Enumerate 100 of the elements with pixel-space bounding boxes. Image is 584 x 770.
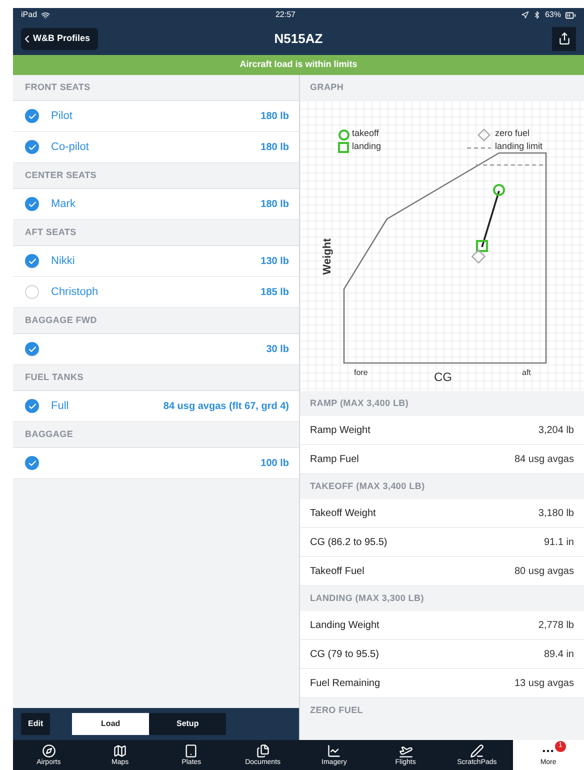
result-label: CG (79 to 95.5): [310, 648, 379, 662]
load-item-label: Christoph: [51, 284, 98, 300]
check-icon: [28, 402, 36, 410]
cg-path-line: [481, 190, 500, 248]
section-header: BAGGAGE FWD: [25, 314, 97, 327]
checkbox[interactable]: [25, 456, 39, 470]
result-label: Landing Weight: [310, 618, 380, 632]
check-icon: [28, 200, 36, 208]
load-item-label: Full: [51, 398, 69, 414]
legend-label: landing limit: [495, 142, 543, 151]
takeoff-marker: [493, 184, 505, 196]
result-value: 80 usg avgas: [514, 564, 574, 578]
load-item-value: 180 lb: [260, 198, 289, 212]
segment-tab[interactable]: Setup: [149, 713, 226, 735]
checkbox[interactable]: [25, 285, 39, 299]
landing-legend-icon: [338, 142, 349, 153]
segment-tab[interactable]: Load: [72, 713, 150, 735]
compass-icon: [42, 744, 56, 758]
load-row[interactable]: 30 lb: [13, 334, 299, 365]
check-icon: [28, 256, 36, 266]
share-button[interactable]: [552, 26, 576, 50]
checkbox[interactable]: [25, 197, 39, 211]
load-item-label: Co-pilot: [51, 140, 89, 155]
legend-label: landing: [352, 142, 382, 151]
result-label: Takeoff Weight: [310, 506, 376, 520]
result-label: Fuel Remaining: [310, 676, 380, 690]
load-row[interactable]: Mark 180 lb: [13, 189, 299, 220]
load-item-value: 180 lb: [260, 140, 289, 154]
check-icon: [28, 112, 36, 120]
zero-fuel-legend-icon: [478, 128, 490, 142]
section-header: TAKEOFF (MAX 3,400 LB): [310, 480, 425, 493]
location-icon: [520, 11, 529, 19]
result-value: 89.4 in: [544, 648, 574, 662]
load-item-value: 30 lb: [266, 342, 289, 356]
landing-limit-line: [476, 164, 546, 166]
load-row[interactable]: 100 lb: [13, 448, 299, 479]
takeoff-legend-icon: [338, 130, 350, 140]
axis-label: Weight: [322, 238, 334, 275]
legend-label: zero fuel: [495, 129, 530, 138]
checkbox[interactable]: [25, 140, 39, 154]
check-icon: [28, 142, 36, 152]
chart-icon: [327, 744, 342, 758]
load-row[interactable]: Co-pilot 180 lb: [13, 132, 299, 163]
load-item-value: 130 lb: [260, 254, 289, 268]
wifi-icon: [41, 10, 50, 20]
load-row[interactable]: Full 84 usg avgas (flt 67, grd 4): [13, 391, 299, 422]
section-header: BAGGAGE: [25, 428, 74, 441]
axis-tick-label: fore: [354, 369, 368, 377]
result-label: Takeoff Fuel: [310, 564, 364, 578]
checkbox[interactable]: [25, 109, 39, 123]
edit-button[interactable]: Edit: [21, 713, 50, 735]
landing-marker: [476, 240, 488, 252]
section-header: AFT SEATS: [25, 226, 76, 239]
load-item-label: Nikki: [51, 254, 75, 269]
load-item-label: Pilot: [51, 108, 72, 124]
checkbox[interactable]: [25, 254, 39, 268]
axis-tick-label: aft: [522, 369, 531, 377]
load-item-value: 84 usg avgas (flt 67, grd 4): [163, 400, 289, 414]
zero-fuel-marker: [471, 249, 486, 264]
section-header: GRAPH: [310, 81, 344, 94]
check-icon: [28, 344, 36, 354]
load-row[interactable]: Christoph 185 lb: [13, 277, 299, 308]
share-icon: [558, 32, 570, 45]
load-item-value: 180 lb: [260, 110, 289, 124]
load-row[interactable]: Pilot 180 lb: [13, 101, 299, 132]
load-item-value: 100 lb: [260, 456, 289, 470]
result-value: 13 usg avgas: [514, 676, 574, 690]
section-header: FRONT SEATS: [25, 80, 90, 94]
section-header: LANDING (MAX 3,300 LB): [310, 592, 424, 605]
battery-icon: [565, 10, 576, 20]
pen-icon: [470, 744, 484, 758]
result-value: 84 usg avgas: [514, 452, 574, 466]
battery-percent: 63%: [544, 9, 561, 21]
result-value: 3,204 lb: [538, 424, 574, 438]
load-row[interactable]: Nikki 130 lb: [13, 246, 299, 277]
section-header: RAMP (MAX 3,400 LB): [310, 396, 409, 410]
back-button[interactable]: W&B Profiles: [21, 28, 98, 50]
axis-label: CG: [434, 371, 452, 383]
page-title: N515AZ: [274, 30, 323, 48]
checkbox[interactable]: [25, 399, 39, 413]
plane-icon: [398, 744, 413, 758]
load-item-value: 185 lb: [260, 286, 289, 300]
result-value: 2,778 lb: [538, 618, 574, 632]
result-value: 3,180 lb: [538, 506, 574, 520]
result-label: Ramp Fuel: [310, 452, 359, 466]
checkbox[interactable]: [25, 342, 39, 356]
bluetooth-icon: [532, 11, 541, 19]
tablet-icon: [184, 744, 198, 758]
load-item-label: Mark: [51, 196, 76, 212]
legend-label: takeoff: [352, 129, 379, 138]
map-icon: [113, 744, 128, 758]
section-header: FUEL TANKS: [25, 370, 84, 384]
result-label: Ramp Weight: [310, 424, 370, 438]
status-banner: Aircraft load is within limits: [13, 55, 584, 75]
clock: 22:57: [275, 9, 296, 21]
section-header: ZERO FUEL: [310, 704, 364, 717]
result-label: CG (86.2 to 95.5): [310, 536, 388, 550]
device-name: iPad: [21, 9, 38, 21]
section-header: CENTER SEATS: [25, 168, 97, 182]
check-icon: [28, 458, 36, 468]
